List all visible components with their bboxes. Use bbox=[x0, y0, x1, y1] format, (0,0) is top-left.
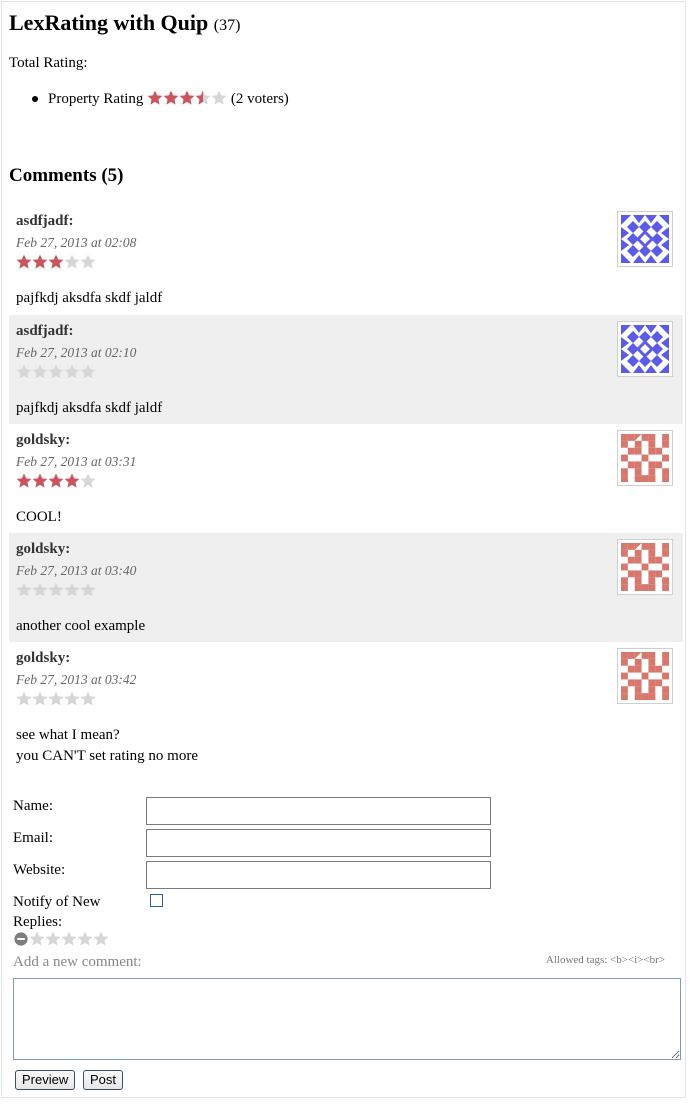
comment-date: Feb 27, 2013 at 03:42 bbox=[16, 672, 137, 687]
rating-list: Property Rating (2 voters) bbox=[30, 88, 289, 110]
comment-text: see what I mean? you CAN'T set rating no … bbox=[16, 725, 198, 767]
notify-label-line2: Replies: bbox=[13, 914, 63, 930]
comment-rating bbox=[16, 691, 96, 707]
name-input[interactable] bbox=[146, 797, 491, 825]
comment-text: pajfkdj aksdfa skdf jaldf bbox=[16, 288, 162, 309]
website-input[interactable] bbox=[146, 861, 491, 889]
star-icon bbox=[80, 473, 96, 489]
comment-item: goldsky: Feb 27, 2013 at 03:31 COOL! bbox=[9, 424, 683, 533]
comment-textarea[interactable] bbox=[13, 978, 681, 1060]
allowed-tags: Allowed tags: <b><i><br> bbox=[545, 954, 665, 966]
star-icon bbox=[48, 364, 64, 380]
star-icon bbox=[48, 582, 64, 598]
cancel-rating-icon[interactable] bbox=[13, 931, 29, 947]
rating-list-item: Property Rating (2 voters) bbox=[30, 88, 289, 110]
star-icon bbox=[16, 582, 32, 598]
star-icon bbox=[48, 691, 64, 707]
comments-title: Comments (5) bbox=[9, 165, 124, 186]
star-icon bbox=[16, 473, 32, 489]
comment-rating bbox=[16, 364, 96, 380]
star-icon bbox=[45, 931, 61, 947]
comment-rating bbox=[16, 254, 96, 270]
star-icon bbox=[80, 691, 96, 707]
comment-text-line: pajfkdj aksdfa skdf jaldf bbox=[16, 290, 163, 306]
rating-voters: (2 voters) bbox=[230, 91, 289, 107]
page-title-count: (37) bbox=[213, 17, 241, 34]
comment-author: goldsky: bbox=[16, 541, 71, 557]
star-icon bbox=[163, 90, 179, 106]
avatar bbox=[617, 648, 673, 704]
star-icon bbox=[64, 691, 80, 707]
star-icon bbox=[61, 931, 77, 947]
star-icon bbox=[80, 582, 96, 598]
comment-text-line: COOL! bbox=[16, 509, 62, 525]
new-comment-rating[interactable] bbox=[13, 931, 109, 947]
avatar bbox=[617, 211, 673, 267]
comment-rating bbox=[16, 582, 96, 598]
comment-text-line: see what I mean? bbox=[16, 727, 120, 743]
star-icon bbox=[179, 90, 195, 106]
star-icon bbox=[93, 931, 109, 947]
email-label: Email: bbox=[13, 830, 53, 846]
comment-date: Feb 27, 2013 at 03:31 bbox=[16, 454, 137, 469]
comment-author: goldsky: bbox=[16, 432, 71, 448]
comment-date: Feb 27, 2013 at 03:40 bbox=[16, 563, 137, 578]
avatar bbox=[617, 430, 673, 486]
star-icon bbox=[77, 931, 93, 947]
star-icon bbox=[211, 90, 227, 106]
star-icon bbox=[64, 364, 80, 380]
comment-item: goldsky: Feb 27, 2013 at 03:40 another coo… bbox=[9, 533, 683, 642]
page-title: LexRating with Quip (37) bbox=[9, 10, 240, 36]
avatar bbox=[617, 539, 673, 595]
comment-date: Feb 27, 2013 at 02:08 bbox=[16, 235, 137, 250]
star-icon bbox=[80, 254, 96, 270]
rating-item-name: Property Rating bbox=[48, 91, 144, 107]
star-icon bbox=[64, 473, 80, 489]
comment-text: pajfkdj aksdfa skdf jaldf bbox=[16, 398, 162, 419]
comment-author: asdfjadf: bbox=[16, 323, 74, 339]
star-icon bbox=[195, 90, 211, 106]
comment-item: asdfjadf: Feb 27, 2013 at 02:10 pajfkdj ak… bbox=[9, 315, 683, 424]
notify-checkbox[interactable] bbox=[150, 894, 163, 907]
name-label: Name: bbox=[13, 798, 53, 814]
comment-date: Feb 27, 2013 at 02:10 bbox=[16, 345, 137, 360]
comment-item: goldsky: Feb 27, 2013 at 03:42 see what I … bbox=[9, 642, 683, 772]
comment-author: goldsky: bbox=[16, 650, 71, 666]
page-frame: LexRating with Quip (37) Total Rating: P… bbox=[1, 1, 686, 1098]
star-icon bbox=[32, 473, 48, 489]
star-icon bbox=[80, 364, 96, 380]
comment-text-line: pajfkdj aksdfa skdf jaldf bbox=[16, 400, 163, 416]
comment-author: asdfjadf: bbox=[16, 213, 74, 229]
star-icon bbox=[32, 582, 48, 598]
page-title-text: LexRating with Quip bbox=[9, 10, 209, 35]
post-button[interactable]: Post bbox=[83, 1070, 124, 1090]
star-icon bbox=[48, 473, 64, 489]
star-icon bbox=[64, 582, 80, 598]
add-comment-label: Add a new comment: bbox=[13, 954, 142, 970]
star-icon bbox=[16, 364, 32, 380]
star-icon bbox=[16, 691, 32, 707]
star-icon bbox=[32, 691, 48, 707]
star-icon bbox=[147, 90, 163, 106]
comment-text: another cool example bbox=[16, 616, 145, 637]
comment-item: asdfjadf: Feb 27, 2013 at 02:08 pajfkdj ak… bbox=[9, 205, 683, 315]
website-label: Website: bbox=[13, 862, 66, 878]
comment-text-line: you CAN'T set rating no more bbox=[16, 748, 198, 764]
comment-rating bbox=[16, 473, 96, 489]
email-input[interactable] bbox=[146, 829, 491, 857]
star-icon bbox=[16, 254, 32, 270]
star-icon bbox=[29, 931, 45, 947]
comment-text-line: another cool example bbox=[16, 618, 146, 634]
total-rating-stars[interactable] bbox=[147, 90, 227, 106]
comment-text: COOL! bbox=[16, 507, 62, 528]
avatar bbox=[617, 321, 673, 377]
star-icon bbox=[32, 364, 48, 380]
star-icon bbox=[48, 254, 64, 270]
star-icon bbox=[64, 254, 80, 270]
notify-label: Notify of New Replies: bbox=[13, 892, 100, 932]
total-rating-label: Total Rating: bbox=[9, 55, 88, 71]
preview-button[interactable]: Preview bbox=[15, 1070, 76, 1090]
notify-label-line1: Notify of New bbox=[13, 894, 101, 910]
star-icon bbox=[32, 254, 48, 270]
